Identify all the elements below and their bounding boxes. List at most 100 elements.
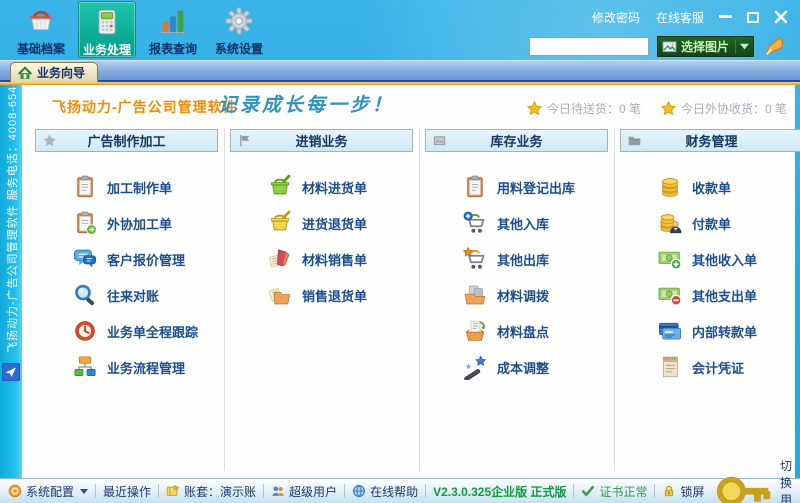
image-path-input[interactable]: [529, 37, 649, 56]
star-gold-icon: [527, 101, 542, 116]
menu-item-workflow[interactable]: 业务流程管理: [35, 349, 218, 385]
coins-person-icon: [657, 210, 683, 236]
menu-item-reconciliation[interactable]: 往来对账: [35, 277, 218, 313]
switch-user-button[interactable]: 切换用户: [712, 457, 793, 503]
toolbar-item-report-query[interactable]: 报表查询: [144, 1, 202, 58]
sidebar-vertical-text: 飞扬动力-广告公司管理软件 服务电话：4008-654-688: [4, 85, 20, 353]
change-password-link[interactable]: 修改密码: [592, 9, 640, 26]
clipboard-icon: [462, 174, 488, 200]
toolbar-item-basic-files[interactable]: 基础档案: [12, 1, 70, 58]
menu-item-label: 其他收入单: [692, 250, 757, 269]
statusbar-item-account-set[interactable]: 账套：演示账: [166, 483, 256, 500]
menu-item-label: 会计凭证: [692, 358, 744, 377]
column-title: 财务管理: [685, 131, 737, 150]
flag-gray-icon: [237, 133, 252, 148]
horn-icon[interactable]: [762, 33, 788, 59]
menu-item-sales-return[interactable]: 销售退货单: [230, 277, 413, 313]
menu-item-payment[interactable]: 付款单: [620, 205, 800, 241]
tab-label: 业务向导: [37, 64, 85, 81]
menu-item-other-out[interactable]: 其他出库: [425, 241, 608, 277]
statusbar-item-system-config[interactable]: 系统配置: [8, 483, 88, 500]
menu-item-label: 材料进货单: [302, 178, 367, 197]
minimize-button[interactable]: [719, 15, 732, 19]
slogan: 记录成长每一步！: [218, 90, 394, 117]
select-image-button[interactable]: 选择图片: [657, 36, 754, 57]
menu-item-label: 内部转款单: [692, 322, 757, 341]
chat-bubbles-icon: [72, 246, 98, 272]
toolbar-item-system-settings[interactable]: 系统设置: [210, 1, 268, 58]
column-finance: 财务管理收款单付款单其他收入单其他支出单内部转款单会计凭证: [620, 129, 800, 385]
statusbar-item-label: 超级用户: [289, 483, 337, 500]
menu-item-label: 收款单: [692, 178, 731, 197]
menu-item-material-out-register[interactable]: 用料登记出库: [425, 169, 608, 205]
menu-item-order-tracking[interactable]: 业务单全程跟踪: [35, 313, 218, 349]
left-sidebar: 飞扬动力-广告公司管理软件 服务电话：4008-654-688: [0, 85, 22, 478]
clipboard-arrow-icon: [72, 210, 98, 236]
menu-item-material-transfer[interactable]: 材料调拨: [425, 277, 608, 313]
menu-item-label: 业务单全程跟踪: [107, 322, 198, 341]
money-plus-icon: [657, 246, 683, 272]
app-window: 基础档案业务处理报表查询系统设置 修改密码 在线客服 选择图片 业务向导 飞扬动…: [0, 0, 800, 503]
chevron-down-icon[interactable]: [740, 43, 749, 50]
menu-item-other-in[interactable]: 其他入库: [425, 205, 608, 241]
menu-item-voucher[interactable]: 会计凭证: [620, 349, 800, 385]
menu-item-outsource-order[interactable]: 外协加工单: [35, 205, 218, 241]
statusbar-item-label: 证书正常: [599, 483, 647, 500]
basket-green-icon: [267, 174, 293, 200]
statusbar-item-lock-screen[interactable]: 锁屏: [662, 483, 704, 500]
status-left: 系统配置 最近操作账套：演示账 超级用户在线帮助 V2.3.0.325企业版 正式版 证…: [8, 483, 705, 500]
menu-item-other-income[interactable]: 其他收入单: [620, 241, 800, 277]
folder-docs-orange-icon: [267, 282, 293, 308]
statusbar-item-recent-ops[interactable]: 最近操作: [103, 483, 151, 500]
statusbar-separator: [573, 484, 574, 498]
menu-item-internal-transfer[interactable]: 内部转款单: [620, 313, 800, 349]
online-service-link[interactable]: 在线客服: [656, 9, 704, 26]
menu-item-cost-adjust[interactable]: 成本调整: [425, 349, 608, 385]
menu-item-label: 材料盘点: [497, 322, 549, 341]
stat-text: 今日待送货：0 笔: [547, 100, 641, 117]
menu-item-label: 付款单: [692, 214, 731, 233]
menu-item-stocktake[interactable]: 材料盘点: [425, 313, 608, 349]
tab-business-wizard[interactable]: 业务向导: [10, 62, 98, 82]
column-header-purchase-sales: 进销业务: [230, 129, 413, 152]
statusbar-separator: [158, 484, 159, 498]
cart-plus-icon: [462, 210, 488, 236]
titlebar-links: 修改密码 在线客服: [592, 9, 704, 26]
statusbar-item-label: 最近操作: [103, 483, 151, 500]
menu-item-label: 外协加工单: [107, 214, 172, 233]
column-title: 库存业务: [490, 131, 542, 150]
menu-item-material-sales[interactable]: 材料销售单: [230, 241, 413, 277]
maximize-button[interactable]: [747, 12, 759, 23]
toolbar-item-business-process[interactable]: 业务处理: [78, 1, 136, 58]
statusbar-item-super-user[interactable]: 超级用户: [271, 483, 337, 500]
menu-item-process-order[interactable]: 加工制作单: [35, 169, 218, 205]
menu-item-customer-quote[interactable]: 客户报价管理: [35, 241, 218, 277]
menu-item-purchase-return[interactable]: 进货退货单: [230, 205, 413, 241]
menu-item-other-expense[interactable]: 其他支出单: [620, 277, 800, 313]
cards-icon: [657, 318, 683, 344]
column-ad-production: 广告制作加工加工制作单外协加工单客户报价管理往来对账业务单全程跟踪业务流程管理: [35, 129, 218, 385]
statusbar-item-label: 系统配置: [26, 483, 74, 500]
status-bar: 系统配置 最近操作账套：演示账 超级用户在线帮助 V2.3.0.325企业版 正式版 证…: [0, 478, 800, 503]
menu-item-label: 其他入库: [497, 214, 549, 233]
menu-item-label: 往来对账: [107, 286, 159, 305]
column-purchase-sales: 进销业务材料进货单进货退货单材料销售单销售退货单: [230, 129, 413, 385]
basket-yellow-icon: [267, 210, 293, 236]
menu-item-receipt[interactable]: 收款单: [620, 169, 800, 205]
menu-item-label: 用料登记出库: [497, 178, 575, 197]
paper-plane-icon[interactable]: [2, 363, 20, 381]
toolbar-item-label: 报表查询: [149, 40, 197, 57]
statusbar-item-online-help[interactable]: 在线帮助: [352, 483, 418, 500]
folder-box-icon: [462, 282, 488, 308]
stat-item: 今日待送货：0 笔: [527, 100, 641, 117]
switch-user-label: 切换用户: [780, 457, 792, 503]
statusbar-item-version[interactable]: V2.3.0.325企业版 正式版: [433, 483, 566, 500]
statusbar-item-cert-ok[interactable]: 证书正常: [581, 483, 647, 500]
menu-item-material-purchase[interactable]: 材料进货单: [230, 169, 413, 205]
column-header-ad-production: 广告制作加工: [35, 129, 218, 152]
column-title: 进销业务: [295, 131, 347, 150]
close-button[interactable]: [774, 10, 788, 24]
coins-icon: [657, 174, 683, 200]
menu-item-label: 销售退货单: [302, 286, 367, 305]
toolbar-item-label: 基础档案: [17, 40, 65, 57]
